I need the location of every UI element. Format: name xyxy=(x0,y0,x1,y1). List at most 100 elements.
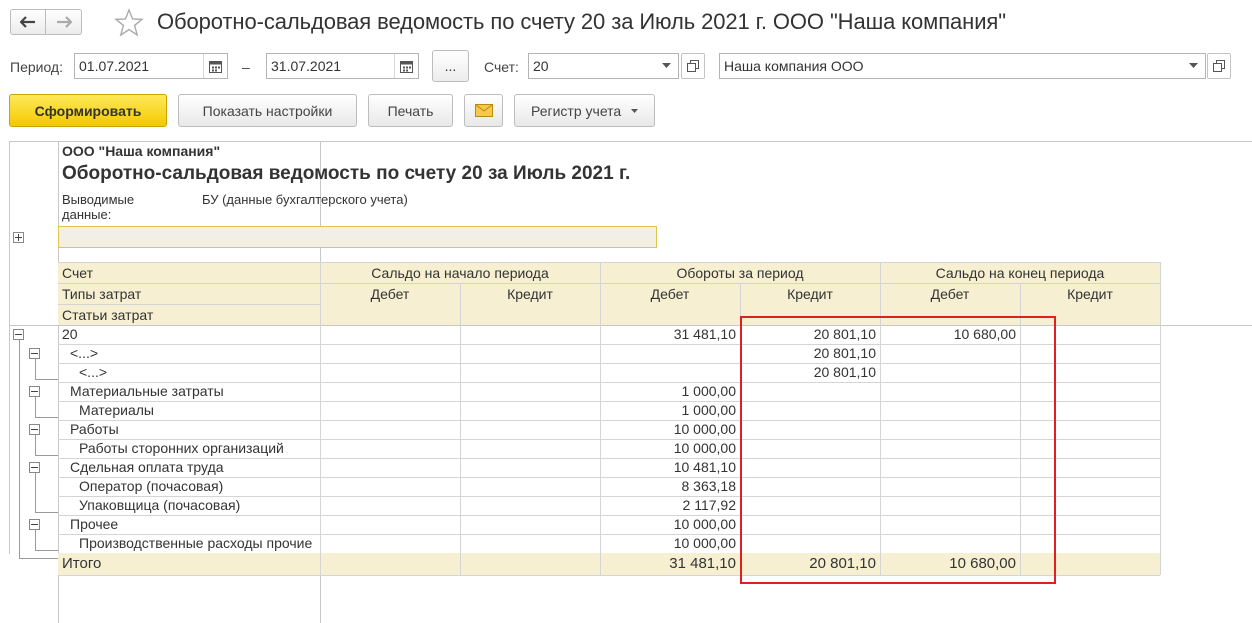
row-name: 20 xyxy=(62,326,78,342)
chevron-down-icon xyxy=(661,63,671,68)
send-email-button[interactable] xyxy=(464,94,503,127)
tree-line xyxy=(35,455,58,456)
row-value-td: 1 000,00 xyxy=(681,383,737,399)
calendar-from-button[interactable] xyxy=(203,54,227,78)
debit-header: Дебет xyxy=(930,286,970,302)
row-value-td: 8 363,18 xyxy=(681,478,737,494)
filter-area[interactable] xyxy=(58,226,657,248)
row-name: <...> xyxy=(70,345,99,361)
open-window-icon xyxy=(1213,60,1225,72)
row-value-td: 1 000,00 xyxy=(681,402,737,418)
row-name: Материалы xyxy=(79,402,154,418)
row-value-cd: 10 680,00 xyxy=(953,326,1016,342)
row-value-td: 10 000,00 xyxy=(673,516,736,532)
collapse-icon[interactable] xyxy=(29,386,40,397)
header-row-line xyxy=(58,283,1160,284)
account-open-button[interactable] xyxy=(681,53,705,79)
row-value-tc: 20 801,10 xyxy=(813,345,876,361)
row-name: Прочее xyxy=(70,516,119,532)
row-value-td: 2 117,92 xyxy=(682,497,736,513)
row-name: Материальные затраты xyxy=(70,383,224,399)
header-row-line-2 xyxy=(58,304,320,305)
window-title: Оборотно-сальдовая ведомость по счету 20… xyxy=(157,9,1006,34)
collapse-icon[interactable] xyxy=(29,462,40,473)
total-col-line xyxy=(880,553,881,575)
credit-header: Кредит xyxy=(1067,286,1113,302)
group-opening-balance: Сальдо на начало периода xyxy=(371,265,549,281)
total-col-line xyxy=(1020,553,1021,575)
arrow-right-icon xyxy=(56,16,72,28)
company-value: Наша компания ООО xyxy=(724,58,864,74)
date-from-field[interactable]: 01.07.2021 xyxy=(74,53,228,79)
col-line xyxy=(320,325,321,572)
credit-header: Кредит xyxy=(787,286,833,302)
total-value-td: 31 481,10 xyxy=(669,555,736,572)
header-col-line xyxy=(1160,262,1161,325)
tree-line xyxy=(35,550,58,551)
total-col-line xyxy=(740,553,741,575)
show-settings-button[interactable]: Показать настройки xyxy=(178,94,357,127)
row-value-td: 10 000,00 xyxy=(673,421,736,437)
header-top-line xyxy=(58,262,1160,263)
total-bottom-line xyxy=(58,575,1160,576)
row-name: Упаковщица (почасовая) xyxy=(79,497,241,513)
tree-line xyxy=(35,417,58,418)
collapse-icon[interactable] xyxy=(29,348,40,359)
header-col-line xyxy=(320,262,321,325)
collapse-icon[interactable] xyxy=(29,424,40,435)
col-account: Счет xyxy=(62,265,93,281)
print-button[interactable]: Печать xyxy=(368,94,453,127)
tree-line xyxy=(19,558,58,559)
account-field[interactable]: 20 xyxy=(528,53,679,79)
account-dropdown-button[interactable] xyxy=(654,54,678,78)
open-window-icon xyxy=(687,60,699,72)
arrow-left-icon xyxy=(20,16,35,28)
date-from-value: 01.07.2021 xyxy=(79,58,150,74)
tree-line xyxy=(35,512,58,513)
tree-line xyxy=(35,397,36,417)
chevron-down-icon xyxy=(1188,63,1198,68)
row-name: Работы xyxy=(70,421,119,437)
company-open-button[interactable] xyxy=(1207,53,1231,79)
total-value-tc: 20 801,10 xyxy=(809,555,876,572)
debit-header: Дебет xyxy=(650,286,690,302)
collapse-icon[interactable] xyxy=(29,519,40,530)
report-title: Оборотно-сальдовая ведомость по счету 20… xyxy=(62,163,631,184)
collapse-icon[interactable] xyxy=(13,329,24,340)
row-name: Производственные расходы прочие xyxy=(79,535,313,551)
row-name: Сдельная оплата труда xyxy=(70,459,224,475)
row-value-tc: 20 801,10 xyxy=(813,364,876,380)
account-label: Счет: xyxy=(484,59,519,75)
total-label: Итого xyxy=(62,555,102,572)
period-select-button[interactable]: ... xyxy=(432,50,469,82)
tree-line xyxy=(35,359,36,379)
debit-header: Дебет xyxy=(370,286,410,302)
credit-header: Кредит xyxy=(507,286,553,302)
date-separator: – xyxy=(242,59,250,75)
report-org: ООО "Наша компания" xyxy=(62,143,221,159)
row-value-td: 10 481,10 xyxy=(673,459,736,475)
tree-line xyxy=(35,379,58,380)
header-col-line xyxy=(600,262,601,325)
favorite-star-icon[interactable] xyxy=(114,8,144,41)
total-value-cd: 10 680,00 xyxy=(949,555,1016,572)
company-field[interactable]: Наша компания ООО xyxy=(719,53,1206,79)
col-line xyxy=(880,325,881,572)
generate-button[interactable]: Сформировать xyxy=(9,94,167,127)
date-to-field[interactable]: 31.07.2021 xyxy=(266,53,419,79)
calendar-to-button[interactable] xyxy=(394,54,418,78)
company-dropdown-button[interactable] xyxy=(1181,54,1205,78)
header-col-line xyxy=(460,283,461,325)
expand-header-icon[interactable] xyxy=(13,232,24,243)
register-button[interactable]: Регистр учета xyxy=(514,94,655,127)
output-label: Выводимые данные: xyxy=(62,192,135,222)
forward-button[interactable] xyxy=(46,9,82,35)
tree-line xyxy=(35,473,36,512)
calendar-icon xyxy=(209,60,222,73)
header-col-line xyxy=(880,262,881,325)
header-col-line xyxy=(1020,283,1021,325)
row-name: Оператор (почасовая) xyxy=(79,478,224,494)
col-line xyxy=(600,325,601,572)
back-button[interactable] xyxy=(10,9,46,35)
account-value: 20 xyxy=(533,58,549,74)
